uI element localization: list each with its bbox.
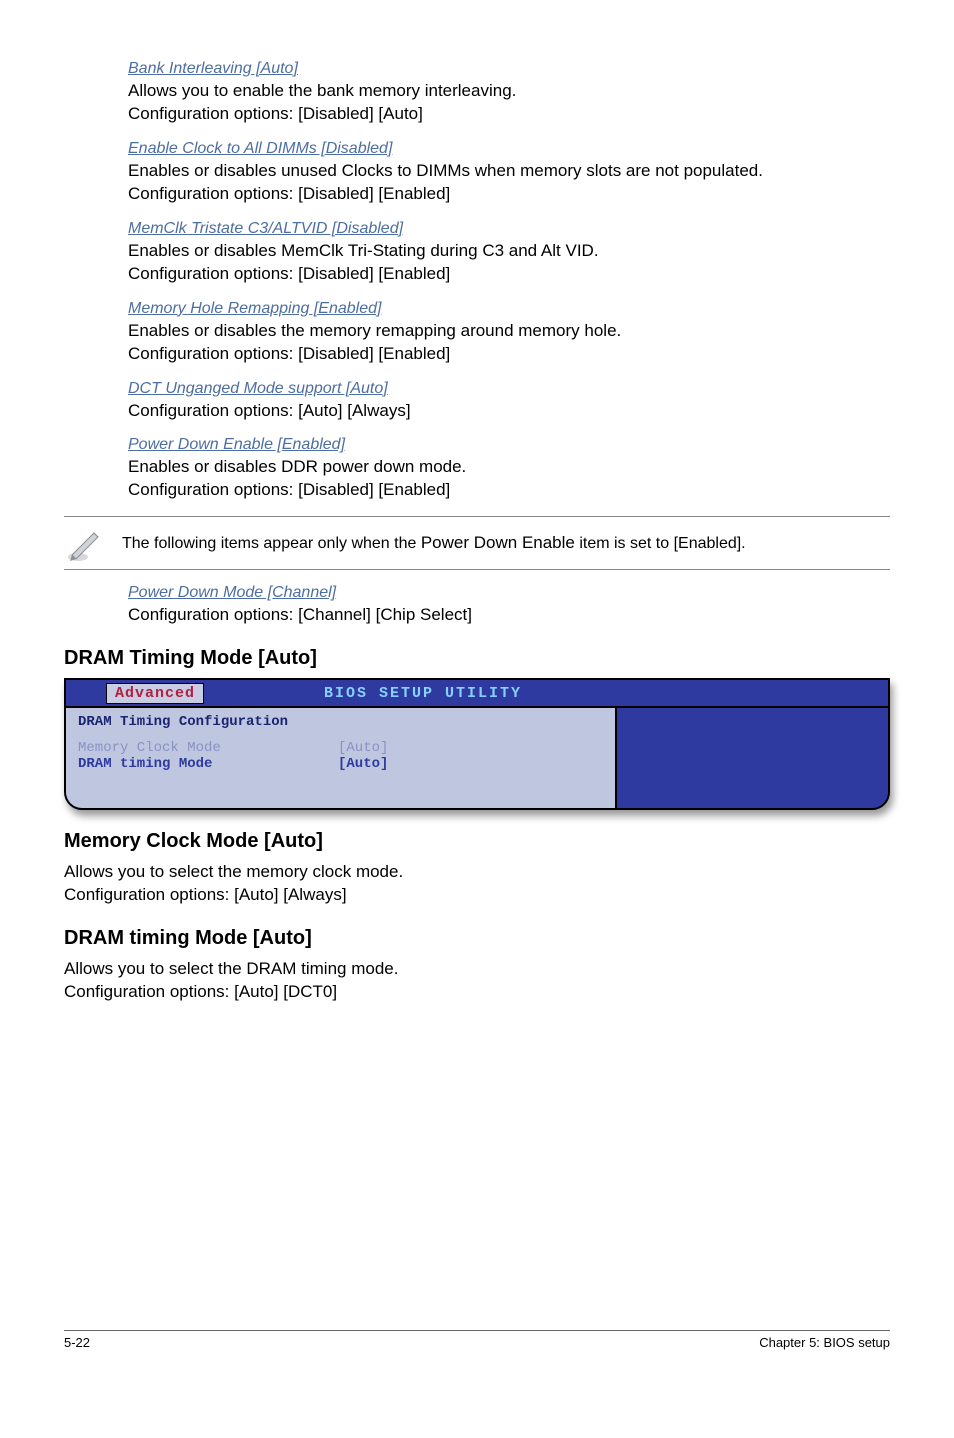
item-heading: DCT Unganged Mode support [Auto] bbox=[128, 380, 890, 398]
item-heading: Memory Hole Remapping [Enabled] bbox=[128, 300, 890, 318]
item-body: Enables or disables DDR power down mode.… bbox=[128, 456, 890, 502]
item-heading: Power Down Enable [Enabled] bbox=[128, 436, 890, 454]
item-heading: MemClk Tristate C3/ALTVID [Disabled] bbox=[128, 220, 890, 238]
item-body: Enables or disables the memory remapping… bbox=[128, 320, 890, 366]
note-box: The following items appear only when the… bbox=[64, 516, 890, 570]
bios-title: BIOS SETUP UTILITY bbox=[324, 685, 522, 702]
note-bold: Power Down Enable bbox=[421, 533, 575, 552]
item-heading: Power Down Mode [Channel] bbox=[128, 584, 890, 602]
bios-option-value: [Auto] bbox=[338, 756, 388, 772]
bios-panel-title: DRAM Timing Configuration bbox=[78, 714, 603, 730]
item-body: Configuration options: [Auto] [Always] bbox=[128, 400, 890, 423]
config-items-block: Bank Interleaving [Auto] Allows you to e… bbox=[128, 60, 890, 502]
item-body: Enables or disables unused Clocks to DIM… bbox=[128, 160, 890, 206]
page-footer: 5-22 Chapter 5: BIOS setup bbox=[64, 1330, 890, 1350]
config-item: Memory Hole Remapping [Enabled] Enables … bbox=[128, 300, 890, 366]
note-suffix: item is set to [Enabled]. bbox=[575, 535, 746, 552]
config-item: Bank Interleaving [Auto] Allows you to e… bbox=[128, 60, 890, 126]
item-body: Configuration options: [Channel] [Chip S… bbox=[128, 604, 890, 627]
section-heading: DRAM timing Mode [Auto] bbox=[64, 927, 890, 950]
note-text: The following items appear only when the… bbox=[122, 533, 746, 553]
bios-option-row: DRAM timing Mode [Auto] bbox=[78, 756, 603, 772]
item-heading: Bank Interleaving [Auto] bbox=[128, 60, 890, 78]
bios-header: Advanced BIOS SETUP UTILITY bbox=[66, 680, 888, 706]
bios-right-panel bbox=[617, 708, 888, 808]
section-body: Allows you to select the memory clock mo… bbox=[64, 861, 890, 907]
after-note-item: Power Down Mode [Channel] Configuration … bbox=[128, 584, 890, 627]
config-item: DCT Unganged Mode support [Auto] Configu… bbox=[128, 380, 890, 423]
bios-left-panel: DRAM Timing Configuration Memory Clock M… bbox=[66, 708, 617, 808]
section-body: Allows you to select the DRAM timing mod… bbox=[64, 958, 890, 1004]
bios-option-row: Memory Clock Mode [Auto] bbox=[78, 740, 603, 756]
config-item: MemClk Tristate C3/ALTVID [Disabled] Ena… bbox=[128, 220, 890, 286]
config-item: Power Down Enable [Enabled] Enables or d… bbox=[128, 436, 890, 502]
note-prefix: The following items appear only when the bbox=[122, 535, 421, 552]
footer-page-number: 5-22 bbox=[64, 1335, 90, 1350]
bios-screenshot: Advanced BIOS SETUP UTILITY DRAM Timing … bbox=[64, 678, 890, 810]
bios-option-label: Memory Clock Mode bbox=[78, 740, 338, 756]
bios-body: DRAM Timing Configuration Memory Clock M… bbox=[66, 706, 888, 808]
bios-tab-advanced: Advanced bbox=[106, 683, 204, 704]
item-body: Enables or disables MemClk Tri-Stating d… bbox=[128, 240, 890, 286]
bios-option-value: [Auto] bbox=[338, 740, 388, 756]
pencil-icon bbox=[64, 523, 104, 563]
footer-chapter: Chapter 5: BIOS setup bbox=[759, 1335, 890, 1350]
section-heading: Memory Clock Mode [Auto] bbox=[64, 830, 890, 853]
bios-option-label: DRAM timing Mode bbox=[78, 756, 338, 772]
config-item: Enable Clock to All DIMMs [Disabled] Ena… bbox=[128, 140, 890, 206]
item-heading: Enable Clock to All DIMMs [Disabled] bbox=[128, 140, 890, 158]
item-body: Allows you to enable the bank memory int… bbox=[128, 80, 890, 126]
section-heading: DRAM Timing Mode [Auto] bbox=[64, 647, 890, 670]
